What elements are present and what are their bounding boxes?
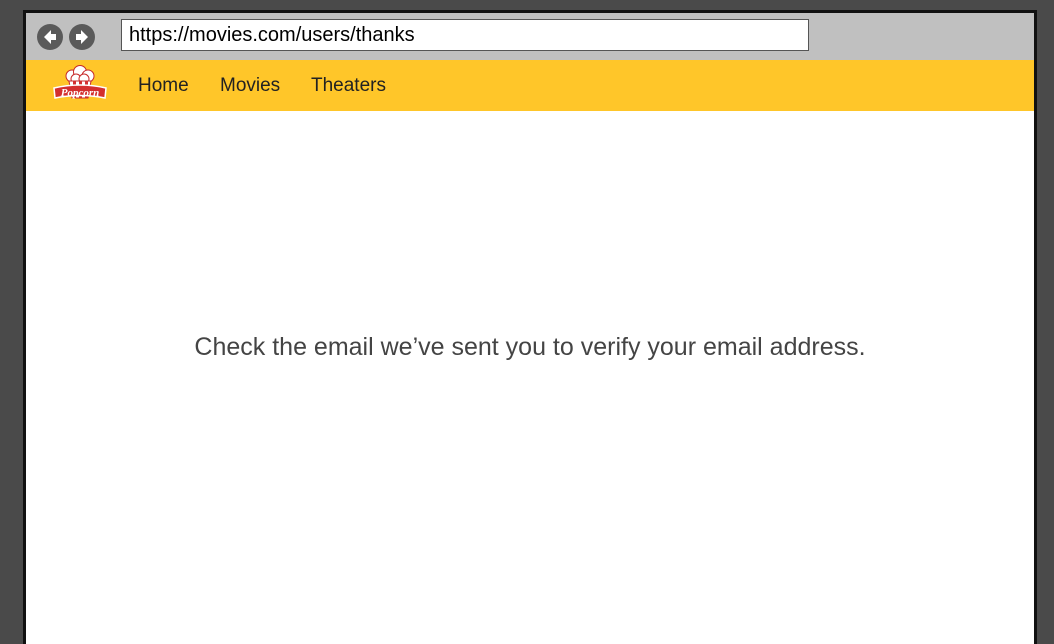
browser-window: Popcorn Home Movies Theaters Check the e… (23, 10, 1037, 644)
popcorn-logo-icon: Popcorn (53, 65, 107, 99)
nav-link-movies[interactable]: Movies (220, 75, 280, 97)
back-button[interactable] (37, 24, 63, 50)
site-header: Popcorn Home Movies Theaters (26, 60, 1034, 111)
nav-link-home[interactable]: Home (138, 75, 189, 97)
forward-button[interactable] (69, 24, 95, 50)
nav-link-theaters[interactable]: Theaters (311, 75, 386, 97)
popcorn-logo[interactable]: Popcorn (50, 64, 110, 107)
forward-arrow-icon (76, 30, 88, 44)
logo-text: Popcorn (61, 87, 100, 99)
browser-toolbar (26, 13, 1034, 60)
verification-message: Check the email we’ve sent you to verify… (194, 333, 866, 361)
address-bar[interactable] (121, 19, 809, 51)
back-arrow-icon (44, 30, 56, 44)
